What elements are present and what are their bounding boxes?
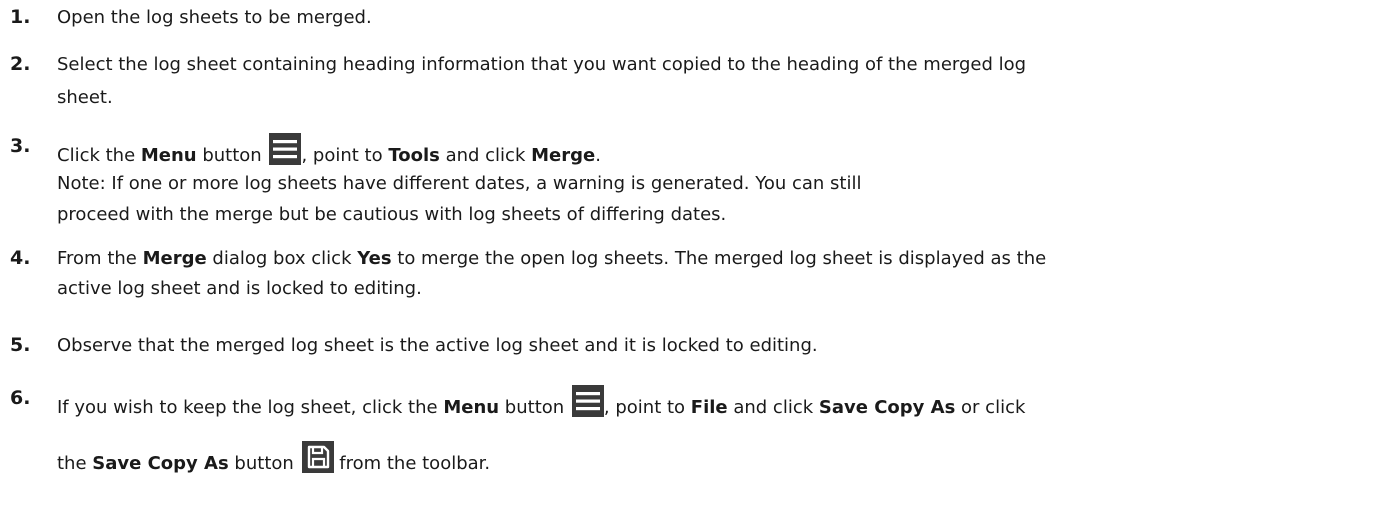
text-run: and click <box>727 397 819 418</box>
menu-icon <box>571 385 604 417</box>
text-run: Observe that the merged log sheet is the… <box>57 335 818 356</box>
step-text-line: sheet. <box>57 84 113 111</box>
step-number: 1. <box>10 6 31 28</box>
step-text-line: proceed with the merge but be cautious w… <box>57 201 726 228</box>
ui-term: Menu <box>140 145 197 166</box>
step-text-line: Observe that the merged log sheet is the… <box>57 332 818 359</box>
text-run: proceed with the merge but be cautious w… <box>57 204 727 225</box>
text-run: , point to <box>301 145 389 166</box>
text-run: Click the <box>57 145 141 166</box>
text-run: If you wish to keep the log sheet, click… <box>57 397 444 418</box>
menu-icon <box>269 133 302 165</box>
step-text-line: If you wish to keep the log sheet, click… <box>57 385 1025 421</box>
step-text-line: the Save Copy As button from the toolbar… <box>57 441 490 477</box>
step-number: 3. <box>10 135 31 157</box>
save-icon <box>301 441 334 473</box>
text-run: button <box>499 397 570 418</box>
text-run: From the <box>57 248 143 269</box>
step-text-line: From the Merge dialog box click Yes to m… <box>57 245 1046 272</box>
text-run: Note: If one or more log sheets have dif… <box>57 173 862 194</box>
ui-term: File <box>690 397 728 418</box>
step-text-line: Select the log sheet containing heading … <box>57 51 1026 78</box>
ui-term: Save Copy As <box>818 397 956 418</box>
step-text-line: Note: If one or more log sheets have dif… <box>57 170 862 197</box>
step-number: 6. <box>10 387 31 409</box>
text-run: from the toolbar. <box>333 453 491 474</box>
text-run: dialog box click <box>206 248 358 269</box>
text-run: . <box>595 145 601 166</box>
ui-term: Save Copy As <box>92 453 229 474</box>
ui-term: Merge <box>142 248 207 269</box>
step-text-line: Open the log sheets to be merged. <box>57 4 372 31</box>
step-text-line: Click the Menu button , point to Tools a… <box>57 133 601 169</box>
text-run: the <box>57 453 93 474</box>
text-run: Select the log sheet containing heading … <box>57 54 1027 75</box>
text-run: , point to <box>603 397 691 418</box>
text-run: button <box>196 145 268 166</box>
text-run: sheet. <box>57 87 113 108</box>
step-number: 2. <box>10 53 31 75</box>
ui-term: Tools <box>388 145 440 166</box>
step-text-line: active log sheet and is locked to editin… <box>57 275 422 302</box>
ui-term: Menu <box>443 397 500 418</box>
step-number: 5. <box>10 334 31 356</box>
text-run: and click <box>439 145 532 166</box>
text-run: button <box>228 453 300 474</box>
ui-term: Merge <box>531 145 596 166</box>
text-run: active log sheet and is locked to editin… <box>57 278 422 299</box>
text-run: or click <box>955 397 1026 418</box>
step-number: 4. <box>10 247 31 269</box>
ui-term: Yes <box>357 248 392 269</box>
text-run: Open the log sheets to be merged. <box>57 7 372 28</box>
text-run: to merge the open log sheets. The merged… <box>391 248 1047 269</box>
